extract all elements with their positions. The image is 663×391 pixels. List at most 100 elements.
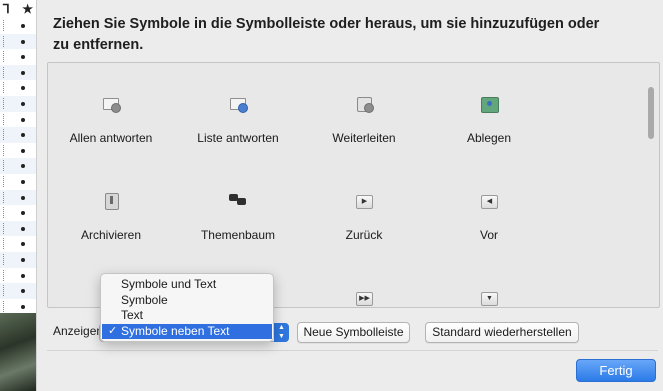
thread-line (3, 20, 5, 31)
checkmark-icon: ✓ (108, 324, 118, 337)
unread-dot-icon[interactable] (21, 273, 25, 278)
thread-icon[interactable]: ⅂ (3, 2, 10, 16)
thread-line (3, 175, 5, 187)
menu-item-label: Symbole neben Text (121, 323, 230, 338)
message-row[interactable] (0, 80, 36, 96)
tool-label: Allen antworten (69, 131, 153, 145)
thread-line (3, 300, 5, 312)
tool-label: Zurück (345, 228, 383, 242)
message-list (0, 18, 36, 315)
tool-thread[interactable]: Themenbaum (173, 192, 303, 242)
menu-item-symbols-beside-text[interactable]: ✓ Symbole neben Text (102, 323, 272, 339)
message-row[interactable] (0, 49, 36, 65)
thread-line (3, 253, 5, 265)
reply-all-icon (101, 95, 121, 113)
message-row[interactable] (0, 283, 36, 299)
tool-reply-all[interactable]: Allen antworten (48, 95, 176, 145)
unread-dot-icon[interactable] (21, 101, 25, 106)
unread-dot-icon[interactable] (21, 304, 25, 309)
unread-dot-icon[interactable] (21, 117, 25, 122)
tool-next[interactable]: ◀ Vor (424, 192, 554, 242)
unread-dot-icon[interactable] (21, 164, 25, 169)
tool-label: Archivieren (80, 228, 142, 242)
message-row[interactable] (0, 298, 36, 315)
thread-line (3, 129, 5, 141)
done-button[interactable]: Fertig (576, 359, 656, 382)
unread-dot-icon[interactable] (21, 195, 25, 200)
unread-dot-icon[interactable] (21, 226, 25, 231)
tool-label: Liste antworten (197, 131, 279, 145)
tool-label: Themenbaum (200, 228, 276, 242)
thread-line (3, 97, 5, 109)
unread-dot-icon[interactable] (21, 148, 25, 153)
menu-item-text[interactable]: Text (101, 308, 273, 324)
message-row[interactable] (0, 33, 36, 50)
unread-dot-icon[interactable] (21, 55, 25, 60)
message-row[interactable] (0, 158, 36, 174)
tool-forward[interactable]: Weiterleiten (299, 95, 429, 145)
message-row[interactable] (0, 127, 36, 143)
message-row[interactable] (0, 189, 36, 206)
chevron-updown-icon: ▲ ▼ (274, 323, 289, 342)
menu-item-symbols-and-text[interactable]: Symbole und Text (101, 277, 273, 293)
thread-line (3, 285, 5, 297)
unread-dot-icon[interactable] (21, 289, 25, 294)
message-row[interactable] (0, 205, 36, 221)
tool-label: Ablegen (466, 131, 512, 145)
unread-dot-icon[interactable] (21, 86, 25, 91)
background-image (0, 313, 36, 391)
tool-file[interactable]: Ablegen (424, 95, 554, 145)
thread-line (3, 160, 5, 172)
unread-dot-icon[interactable] (21, 24, 25, 28)
message-row[interactable] (0, 251, 36, 268)
star-icon[interactable]: ★ (22, 2, 33, 16)
unread-dot-icon[interactable] (21, 133, 25, 138)
thread-line (3, 238, 5, 250)
message-row[interactable] (0, 95, 36, 112)
menu-item-label: Symbole (121, 292, 168, 307)
background-window: ⅂ ★ (0, 0, 37, 391)
thread-line (3, 35, 5, 47)
thread-line (3, 191, 5, 203)
thread-icon (228, 192, 248, 210)
unread-dot-icon[interactable] (21, 179, 25, 184)
message-row[interactable] (0, 111, 36, 128)
unread-dot-icon[interactable] (21, 39, 25, 44)
thread-line (3, 144, 5, 156)
message-row[interactable] (0, 142, 36, 159)
tool-reply-list[interactable]: Liste antworten (173, 95, 303, 145)
back-icon: ▶ (354, 192, 374, 210)
fast-forward-icon: ▶▶ (354, 289, 374, 307)
show-mode-menu: Symbole und Text Symbole Text ✓ Symbole … (100, 273, 274, 342)
tool-back[interactable]: ▶ Zurück (299, 192, 429, 242)
unread-dot-icon[interactable] (21, 257, 25, 262)
forward-icon (354, 95, 374, 113)
message-row[interactable] (0, 267, 36, 284)
tool-fast-forward[interactable]: ▶▶ (299, 289, 429, 307)
message-row[interactable] (0, 220, 36, 237)
menu-item-label: Text (121, 308, 144, 322)
thread-line (3, 207, 5, 219)
dropdown-icon: ▼ (479, 289, 499, 307)
tool-archive[interactable]: Archivieren (48, 192, 176, 242)
reply-list-icon (228, 95, 248, 113)
palette-scrollbar[interactable] (648, 87, 654, 139)
file-icon (479, 95, 499, 113)
thread-line (3, 269, 5, 281)
message-row[interactable] (0, 64, 36, 81)
message-row[interactable] (0, 236, 36, 252)
unread-dot-icon[interactable] (21, 242, 25, 247)
message-row[interactable] (0, 18, 36, 34)
menu-item-symbols[interactable]: Symbole (101, 293, 273, 309)
forward-arrow-icon: ◀ (479, 192, 499, 210)
tool-dropdown[interactable]: ▼ (424, 289, 554, 307)
thread-line (3, 66, 5, 78)
sheet-title: Ziehen Sie Symbole in die Symbolleiste o… (53, 16, 600, 53)
unread-dot-icon[interactable] (21, 70, 25, 75)
message-row[interactable] (0, 173, 36, 190)
tool-label: Vor (479, 228, 498, 242)
unread-dot-icon[interactable] (21, 211, 25, 216)
restore-default-button[interactable]: Standard wiederherstellen (425, 322, 579, 343)
new-toolbar-button[interactable]: Neue Symbolleiste (297, 322, 410, 343)
tool-label: Weiterleiten (332, 131, 396, 145)
